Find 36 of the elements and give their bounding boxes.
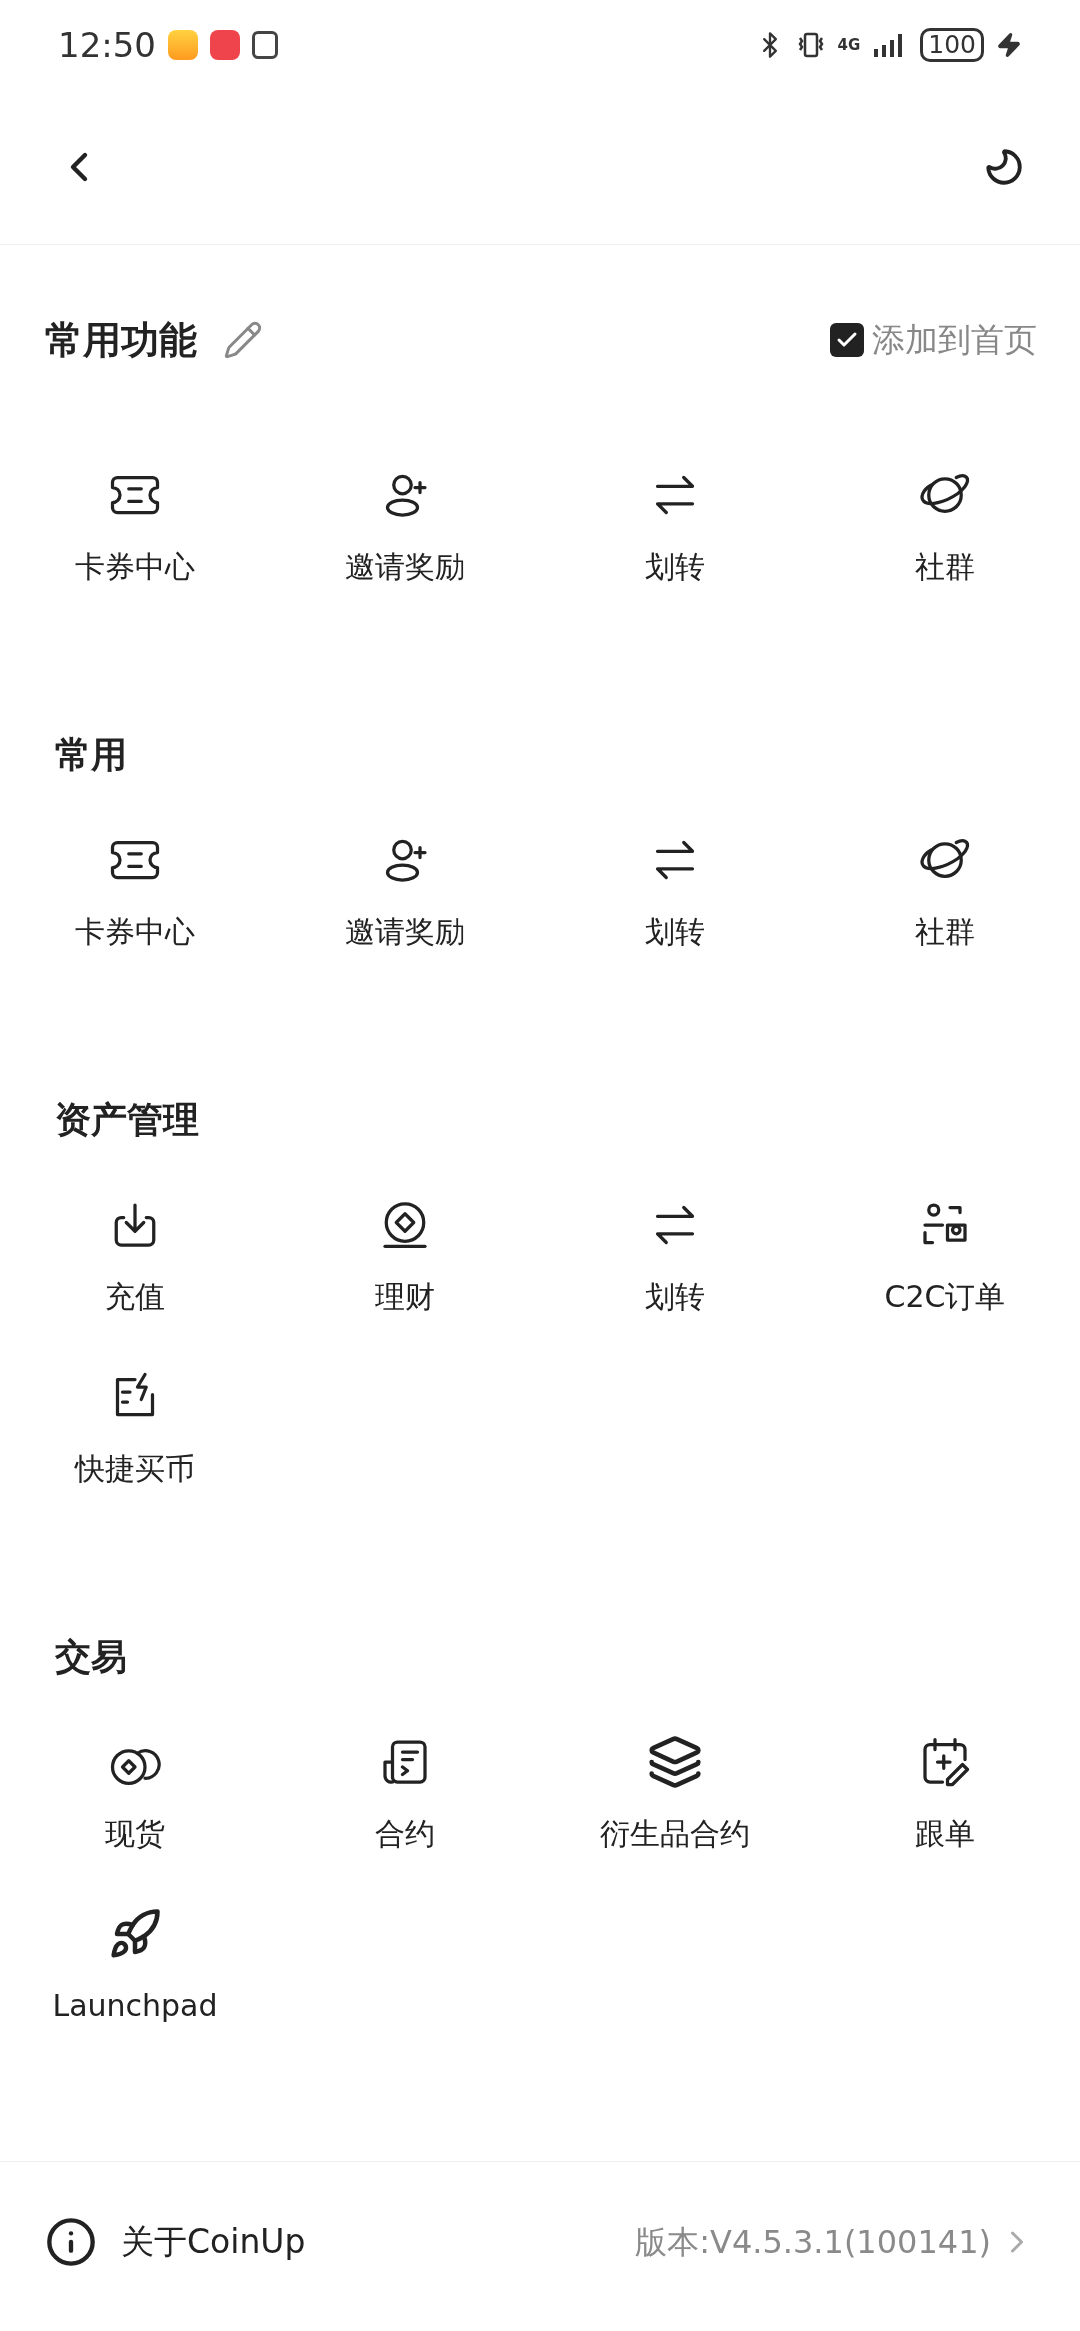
feature-button[interactable]: 合约: [375, 1814, 435, 1854]
edit-icon[interactable]: [223, 320, 263, 360]
section-title: 常用: [55, 733, 127, 777]
feature-button[interactable]: Launchpad: [52, 1986, 218, 2026]
feature-button[interactable]: 理财: [375, 1277, 435, 1317]
feature-button[interactable]: 社群: [915, 912, 975, 952]
feature-button[interactable]: 现货: [105, 1814, 165, 1854]
feature-button[interactable]: 社群: [915, 547, 975, 587]
store-app-icon: [210, 30, 240, 60]
section-title: 资产管理: [55, 1098, 199, 1142]
feature-button[interactable]: 卡券中心: [75, 912, 195, 952]
section-title: 常用功能: [45, 316, 197, 364]
mail-app-icon: [168, 30, 198, 60]
feature-button[interactable]: 邀请奖励: [345, 547, 465, 587]
feature-button[interactable]: 划转: [645, 547, 705, 587]
version-label: 版本:V4.5.3.1(100141): [635, 2221, 991, 2263]
moon-icon[interactable]: [983, 146, 1025, 188]
network-label: 4G: [837, 37, 861, 53]
feature-button[interactable]: 快捷买币: [75, 1449, 195, 1489]
charging-icon: [996, 32, 1022, 58]
add-to-home-checkbox[interactable]: 添加到首页: [830, 315, 1037, 365]
feature-button[interactable]: 充值: [105, 1277, 165, 1317]
feature-button[interactable]: 划转: [645, 1277, 705, 1317]
feature-button[interactable]: 划转: [645, 912, 705, 952]
battery-level: 100: [920, 28, 984, 62]
layers-icon: [647, 1734, 703, 1790]
about-link[interactable]: 关于CoinUp: [121, 2216, 306, 2267]
info-icon: [45, 2215, 97, 2268]
feature-button[interactable]: 卡券中心: [75, 547, 195, 587]
feature-button[interactable]: 邀请奖励: [345, 912, 465, 952]
feature-button[interactable]: C2C订单: [884, 1277, 1006, 1317]
feature-button[interactable]: 跟单: [915, 1814, 975, 1854]
rocket-icon: [108, 1907, 162, 1961]
clock: 12:50: [58, 23, 156, 67]
section-title: 交易: [55, 1635, 127, 1679]
feature-button[interactable]: 衍生品合约: [600, 1814, 750, 1854]
